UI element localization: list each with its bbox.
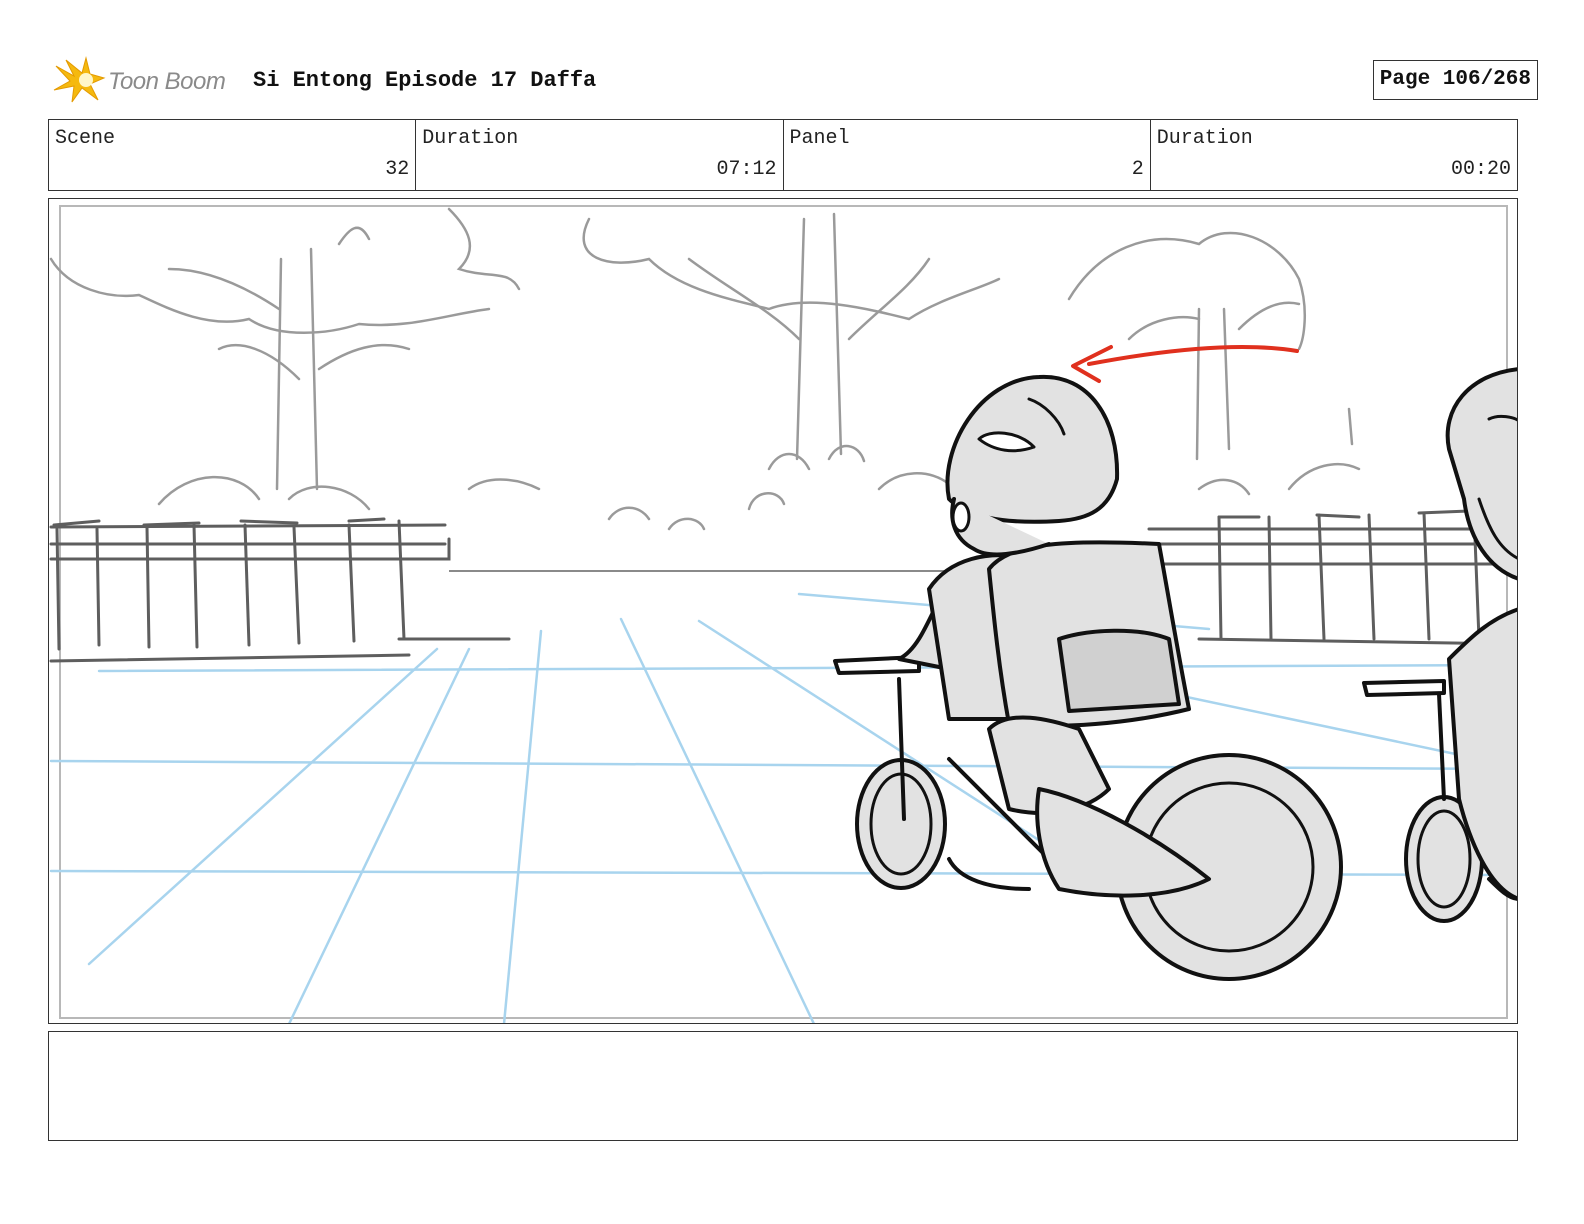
storyboard-sketch xyxy=(49,205,1517,1023)
scene-value: 32 xyxy=(385,158,410,181)
toon-boom-star-icon xyxy=(53,56,106,103)
page-number: Page 106/268 xyxy=(1372,60,1538,100)
panel-notes-box xyxy=(48,1031,1518,1141)
fence-right xyxy=(1147,509,1517,646)
background-trees xyxy=(49,207,1361,531)
storyboard-panel xyxy=(48,198,1518,1024)
main-cyclist xyxy=(833,374,1343,981)
panel-duration-cell: Duration 00:20 xyxy=(1151,120,1517,190)
document-title: Si Entong Episode 17 Daffa xyxy=(253,68,597,93)
scene-label: Scene xyxy=(55,127,116,150)
toon-boom-logo: Toon Boom xyxy=(52,56,242,104)
scene-duration-label: Duration xyxy=(422,127,519,150)
scene-duration-cell: Duration 07:12 xyxy=(416,120,784,190)
logo-text: Toon Boom xyxy=(108,68,226,95)
panel-info-row: Scene 32 Duration 07:12 Panel 2 Duration… xyxy=(48,119,1518,191)
motion-arrow xyxy=(1071,345,1299,383)
second-cyclist xyxy=(1362,367,1517,923)
panel-cell: Panel 2 xyxy=(784,120,1151,190)
page-header: Toon Boom Si Entong Episode 17 Daffa Pag… xyxy=(48,52,1538,108)
scene-cell: Scene 32 xyxy=(49,120,417,190)
panel-label: Panel xyxy=(789,127,850,150)
scene-duration-value: 07:12 xyxy=(716,158,777,181)
fence-left xyxy=(49,517,511,663)
panel-duration-value: 00:20 xyxy=(1450,158,1511,181)
panel-duration-label: Duration xyxy=(1156,127,1253,150)
panel-value: 2 xyxy=(1131,158,1144,181)
